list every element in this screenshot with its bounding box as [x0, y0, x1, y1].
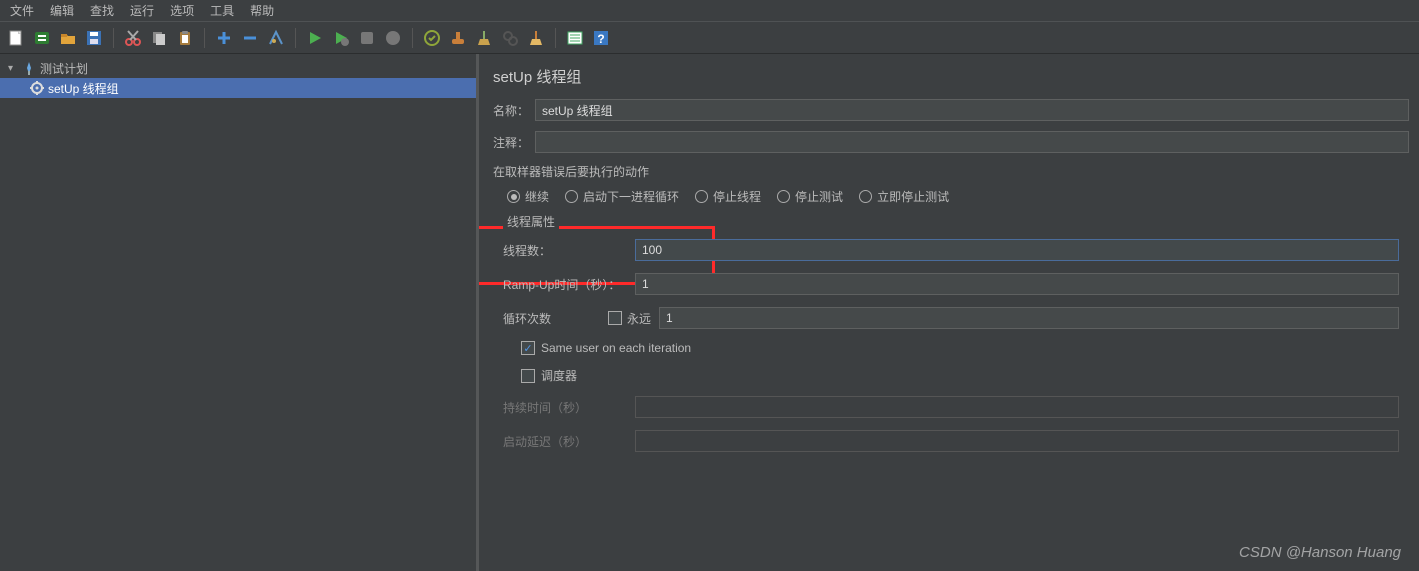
tree-child-label: setUp 线程组	[48, 80, 119, 97]
main-area: ▾ 测试计划 setUp 线程组 setUp 线程组 名称： 注释： 在取样器错…	[0, 54, 1419, 571]
shutdown-icon[interactable]	[382, 27, 404, 49]
loop-forever-checkbox[interactable]: 永远	[608, 310, 651, 327]
checkbox-icon	[521, 341, 535, 355]
radio-stop-test[interactable]: 停止测试	[777, 188, 843, 205]
comment-input[interactable]	[535, 131, 1409, 153]
error-action-label: 在取样器错误后要执行的动作	[493, 163, 1409, 180]
expand-icon[interactable]	[213, 27, 235, 49]
broom-icon[interactable]	[473, 27, 495, 49]
threads-label: 线程数：	[503, 242, 635, 259]
menu-run[interactable]: 运行	[122, 0, 162, 22]
loop-input[interactable]	[659, 307, 1399, 329]
start-icon[interactable]	[304, 27, 326, 49]
radio-next-loop[interactable]: 启动下一进程循环	[565, 188, 679, 205]
menu-options[interactable]: 选项	[162, 0, 202, 22]
radio-icon	[565, 190, 578, 203]
row-loop: 循环次数 永远	[503, 307, 1399, 329]
function-helper-icon[interactable]	[564, 27, 586, 49]
expand-toggle-icon[interactable]: ▾	[8, 63, 18, 74]
clear-all-icon[interactable]	[447, 27, 469, 49]
loop-label: 循环次数	[503, 310, 608, 327]
row-rampup: Ramp-Up时间（秒）：	[503, 273, 1399, 295]
thread-props-legend: 线程属性	[503, 213, 559, 230]
delay-input	[635, 430, 1399, 452]
tree-root-label: 测试计划	[40, 60, 88, 77]
radio-icon	[695, 190, 708, 203]
cut-icon[interactable]	[122, 27, 144, 49]
menubar: 文件 编辑 查找 运行 选项 工具 帮助	[0, 0, 1419, 22]
error-action-radios: 继续 启动下一进程循环 停止线程 停止测试 立即停止测试	[507, 188, 1409, 205]
threads-input[interactable]	[635, 239, 1399, 261]
checkbox-icon	[608, 311, 622, 325]
page-title: setUp 线程组	[493, 66, 1409, 87]
radio-icon	[777, 190, 790, 203]
comment-label: 注释：	[493, 134, 535, 151]
clear-icon[interactable]	[421, 27, 443, 49]
open-icon[interactable]	[57, 27, 79, 49]
copy-icon[interactable]	[148, 27, 170, 49]
row-threads: 线程数：	[503, 239, 1399, 261]
form-panel: setUp 线程组 名称： 注释： 在取样器错误后要执行的动作 继续 启动下一进…	[479, 54, 1419, 571]
checkbox-icon	[521, 369, 535, 383]
rampup-label: Ramp-Up时间（秒）：	[503, 276, 635, 293]
new-icon[interactable]	[5, 27, 27, 49]
help-icon[interactable]: ?	[590, 27, 612, 49]
gear-icon	[30, 81, 44, 95]
stop-icon[interactable]	[356, 27, 378, 49]
rampup-input[interactable]	[635, 273, 1399, 295]
reset-search-icon[interactable]	[525, 27, 547, 49]
radio-stop-now[interactable]: 立即停止测试	[859, 188, 949, 205]
tree-child-setup-thread-group[interactable]: setUp 线程组	[0, 78, 476, 98]
test-plan-icon	[22, 61, 36, 75]
tree-panel: ▾ 测试计划 setUp 线程组	[0, 54, 479, 571]
toolbar: ?	[0, 22, 1419, 54]
save-icon[interactable]	[83, 27, 105, 49]
scheduler-checkbox[interactable]: 调度器	[521, 367, 1399, 384]
toggle-icon[interactable]	[265, 27, 287, 49]
menu-tools[interactable]: 工具	[202, 0, 242, 22]
name-input[interactable]	[535, 99, 1409, 121]
radio-icon	[859, 190, 872, 203]
radio-continue[interactable]: 继续	[507, 188, 549, 205]
row-name: 名称：	[493, 99, 1409, 121]
menu-file[interactable]: 文件	[2, 0, 42, 22]
radio-stop-thread[interactable]: 停止线程	[695, 188, 761, 205]
collapse-icon[interactable]	[239, 27, 261, 49]
svg-text:?: ?	[597, 32, 604, 46]
duration-label: 持续时间（秒）	[503, 399, 635, 416]
row-delay: 启动延迟（秒）	[503, 430, 1399, 452]
menu-search[interactable]: 查找	[82, 0, 122, 22]
thread-props-fieldset: 线程属性 线程数： Ramp-Up时间（秒）： 循环次数 永远 Same use	[493, 221, 1409, 474]
tree-root[interactable]: ▾ 测试计划	[0, 58, 476, 78]
duration-input	[635, 396, 1399, 418]
paste-icon[interactable]	[174, 27, 196, 49]
same-user-checkbox[interactable]: Same user on each iteration	[521, 341, 1399, 355]
row-comment: 注释：	[493, 131, 1409, 153]
row-duration: 持续时间（秒）	[503, 396, 1399, 418]
menu-help[interactable]: 帮助	[242, 0, 282, 22]
name-label: 名称：	[493, 102, 535, 119]
template-icon[interactable]	[31, 27, 53, 49]
menu-edit[interactable]: 编辑	[42, 0, 82, 22]
delay-label: 启动延迟（秒）	[503, 433, 635, 450]
search-icon[interactable]	[499, 27, 521, 49]
radio-icon	[507, 190, 520, 203]
start-no-timers-icon[interactable]	[330, 27, 352, 49]
